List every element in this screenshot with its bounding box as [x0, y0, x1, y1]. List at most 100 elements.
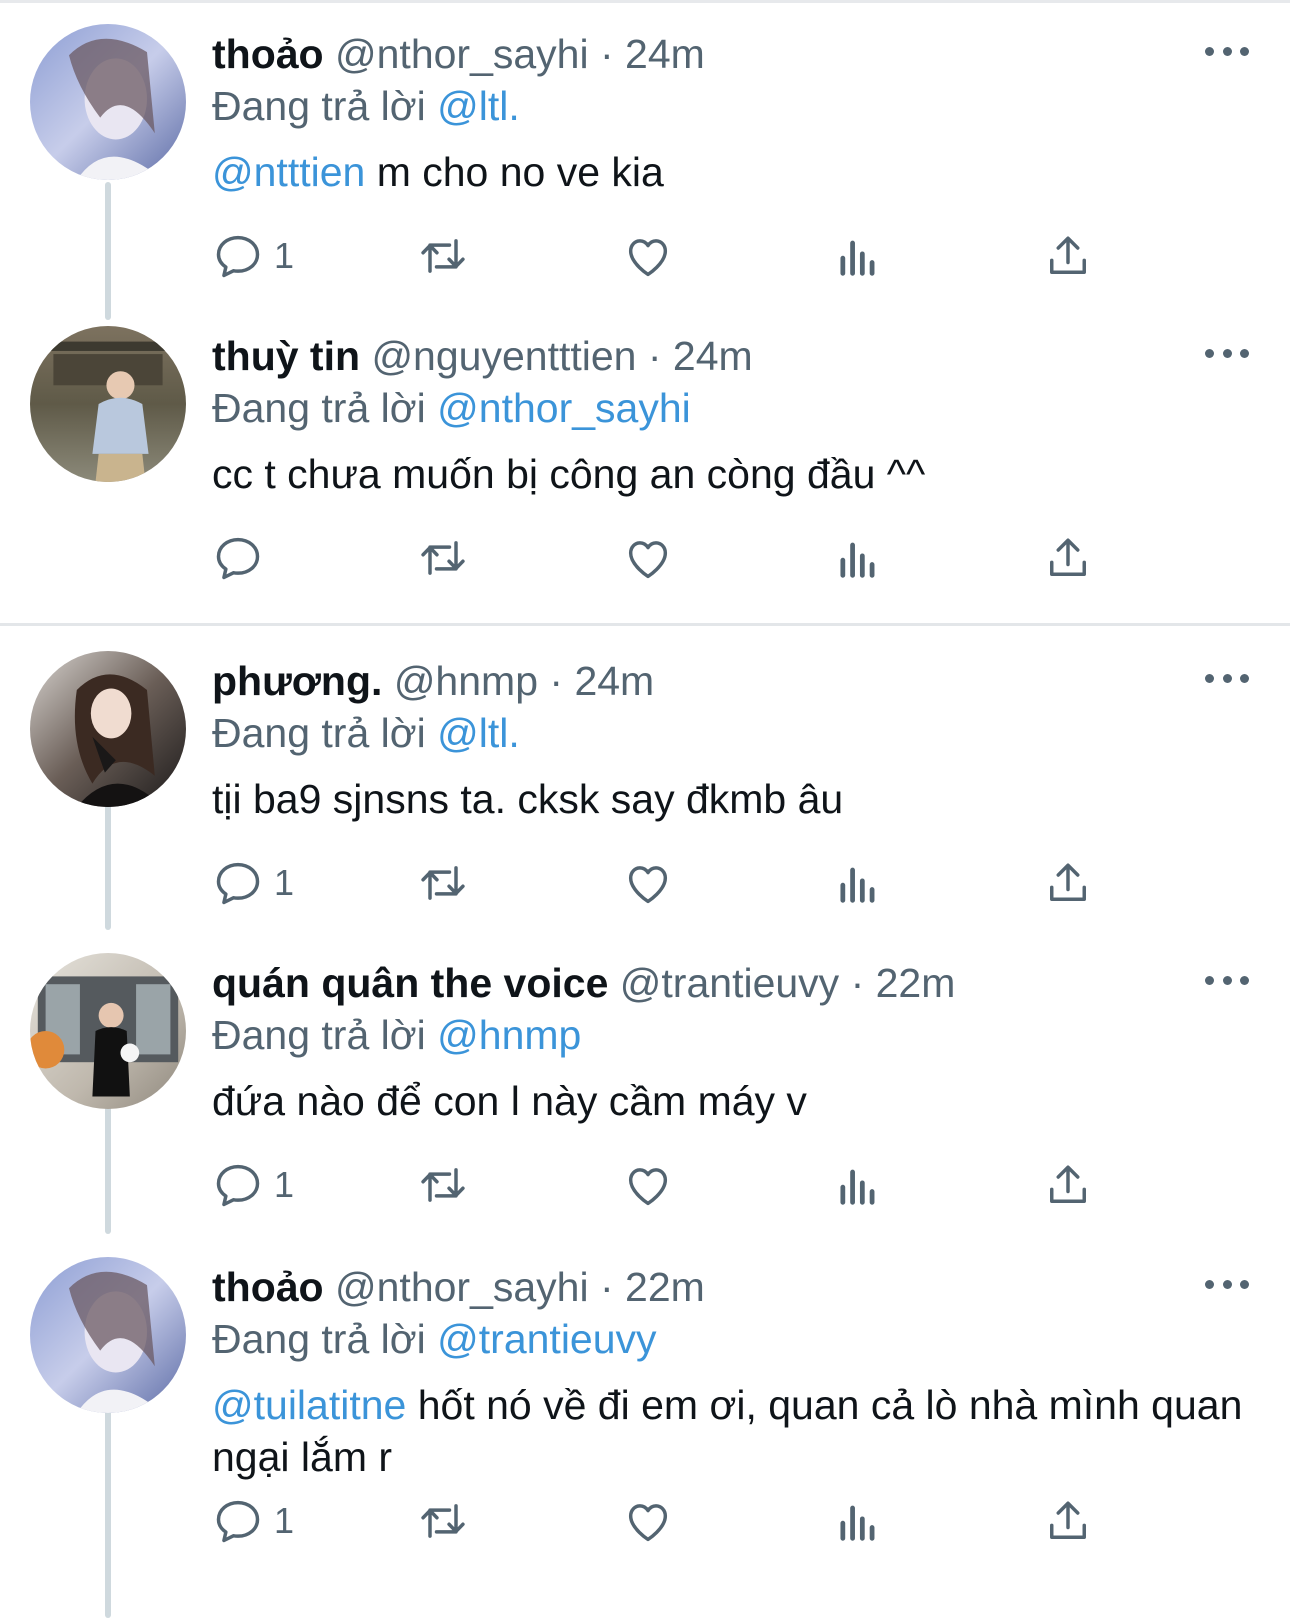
share-button[interactable] [1042, 853, 1094, 913]
display-name[interactable]: phương. [212, 658, 382, 704]
handle[interactable]: @trantieuvy [620, 960, 839, 1006]
handle[interactable]: @nguyentttien [371, 333, 636, 379]
share-button[interactable] [1042, 226, 1094, 286]
mention-link[interactable]: @tuilatitne [212, 1382, 406, 1428]
share-button[interactable] [1042, 1491, 1094, 1551]
analytics-icon [840, 1169, 875, 1205]
like-icon [628, 1168, 668, 1206]
tweet-header: thoảo @nthor_sayhi · 24m [212, 28, 705, 80]
reply-icon [216, 537, 260, 580]
analytics-button[interactable] [832, 528, 884, 588]
reply-count: 1 [274, 862, 295, 903]
replying-to-handle[interactable]: @ltl. [437, 710, 520, 756]
display-name[interactable]: thoảo [212, 31, 324, 77]
like-button[interactable] [622, 528, 674, 588]
tweet-header: thoảo @nthor_sayhi · 22m [212, 1261, 705, 1313]
tweet[interactable]: thuỳ tin @nguyentttien · 24m Đang trả lờ… [0, 302, 1290, 612]
display-name[interactable]: thuỳ tin [212, 333, 360, 379]
avatar[interactable] [30, 24, 186, 180]
action-bar: 1 [212, 1491, 1152, 1551]
timestamp[interactable]: · 22m [851, 960, 956, 1006]
share-button[interactable] [1042, 1155, 1094, 1215]
reply-button[interactable]: 1 [212, 226, 294, 286]
avatar[interactable] [30, 326, 186, 482]
reply-count: 1 [274, 235, 295, 276]
like-button[interactable] [622, 1491, 674, 1551]
action-bar: 1 [212, 226, 1152, 286]
action-bar [212, 528, 1152, 588]
tweet-body: tịi ba9 sjnsns ta. cksk say đkmb âu [212, 776, 844, 822]
analytics-button[interactable] [832, 1155, 884, 1215]
like-button[interactable] [622, 1155, 674, 1215]
timestamp[interactable]: · 24m [549, 658, 654, 704]
retweet-button[interactable] [417, 528, 469, 588]
replying-to-label: Đang trả lời [212, 83, 426, 129]
reply-count: 1 [274, 1164, 295, 1205]
tweet-body: đứa nào để con l này cầm máy v [212, 1078, 807, 1124]
avatar[interactable] [30, 953, 186, 1109]
reply-button[interactable] [212, 528, 274, 588]
tweet[interactable]: phương. @hnmp · 24m Đang trả lời @ltl. t… [0, 627, 1290, 937]
replying-to-label: Đang trả lời [212, 1012, 426, 1058]
action-bar: 1 [212, 853, 1152, 913]
share-icon [1050, 863, 1086, 901]
reply-button[interactable]: 1 [212, 1491, 294, 1551]
tweet-header: thuỳ tin @nguyentttien · 24m [212, 330, 753, 382]
like-icon [628, 1504, 668, 1542]
conversation-divider [0, 623, 1290, 626]
tweet-body: m cho no ve kia [365, 149, 664, 195]
more-icon[interactable] [1205, 663, 1249, 693]
more-icon[interactable] [1205, 965, 1249, 995]
retweet-icon [421, 866, 465, 900]
handle[interactable]: @nthor_sayhi [335, 1264, 589, 1310]
tweet[interactable]: thoảo @nthor_sayhi · 22m Đang trả lời @t… [0, 1233, 1290, 1618]
replying-to-handle[interactable]: @ltl. [437, 83, 520, 129]
analytics-icon [840, 240, 875, 276]
analytics-button[interactable] [832, 853, 884, 913]
share-icon [1050, 538, 1086, 576]
replying-to-handle[interactable]: @trantieuvy [437, 1316, 656, 1362]
share-icon [1050, 1501, 1086, 1539]
action-bar: 1 [212, 1155, 1152, 1215]
tweet-header: quán quân the voice @trantieuvy · 22m [212, 957, 955, 1009]
timestamp[interactable]: · 24m [648, 333, 753, 379]
analytics-icon [840, 1505, 875, 1541]
retweet-icon [421, 1504, 465, 1538]
reply-button[interactable]: 1 [212, 1155, 294, 1215]
more-icon[interactable] [1205, 1269, 1249, 1299]
avatar[interactable] [30, 1257, 186, 1413]
retweet-button[interactable] [417, 1491, 469, 1551]
retweet-button[interactable] [417, 853, 469, 913]
tweet-body: cc t chưa muốn bị công an còng đầu ^^ [212, 451, 926, 497]
display-name[interactable]: quán quân the voice [212, 960, 608, 1006]
replying-to: Đang trả lời @ltl. [212, 80, 520, 132]
analytics-icon [840, 542, 875, 578]
tweet-text: tịi ba9 sjnsns ta. cksk say đkmb âu [212, 773, 1252, 825]
analytics-button[interactable] [832, 1491, 884, 1551]
replying-to-label: Đang trả lời [212, 1316, 426, 1362]
replying-to-label: Đang trả lời [212, 385, 426, 431]
retweet-button[interactable] [417, 226, 469, 286]
retweet-button[interactable] [417, 1155, 469, 1215]
timestamp[interactable]: · 24m [600, 31, 705, 77]
analytics-button[interactable] [832, 226, 884, 286]
tweet-text: cc t chưa muốn bị công an còng đầu ^^ [212, 448, 1252, 500]
timestamp[interactable]: · 22m [600, 1264, 705, 1310]
avatar[interactable] [30, 651, 186, 807]
mention-link[interactable]: @ntttien [212, 149, 365, 195]
like-button[interactable] [622, 226, 674, 286]
handle[interactable]: @nthor_sayhi [335, 31, 589, 77]
retweet-icon [421, 541, 465, 575]
like-button[interactable] [622, 853, 674, 913]
reply-button[interactable]: 1 [212, 853, 294, 913]
share-icon [1050, 236, 1086, 274]
more-icon[interactable] [1205, 338, 1249, 368]
replying-to-handle[interactable]: @hnmp [437, 1012, 581, 1058]
share-button[interactable] [1042, 528, 1094, 588]
tweet[interactable]: thoảo @nthor_sayhi · 24m Đang trả lời @l… [0, 0, 1290, 310]
more-icon[interactable] [1205, 36, 1249, 66]
display-name[interactable]: thoảo [212, 1264, 324, 1310]
replying-to-handle[interactable]: @nthor_sayhi [437, 385, 691, 431]
tweet[interactable]: quán quân the voice @trantieuvy · 22m Đa… [0, 929, 1290, 1239]
handle[interactable]: @hnmp [394, 658, 538, 704]
